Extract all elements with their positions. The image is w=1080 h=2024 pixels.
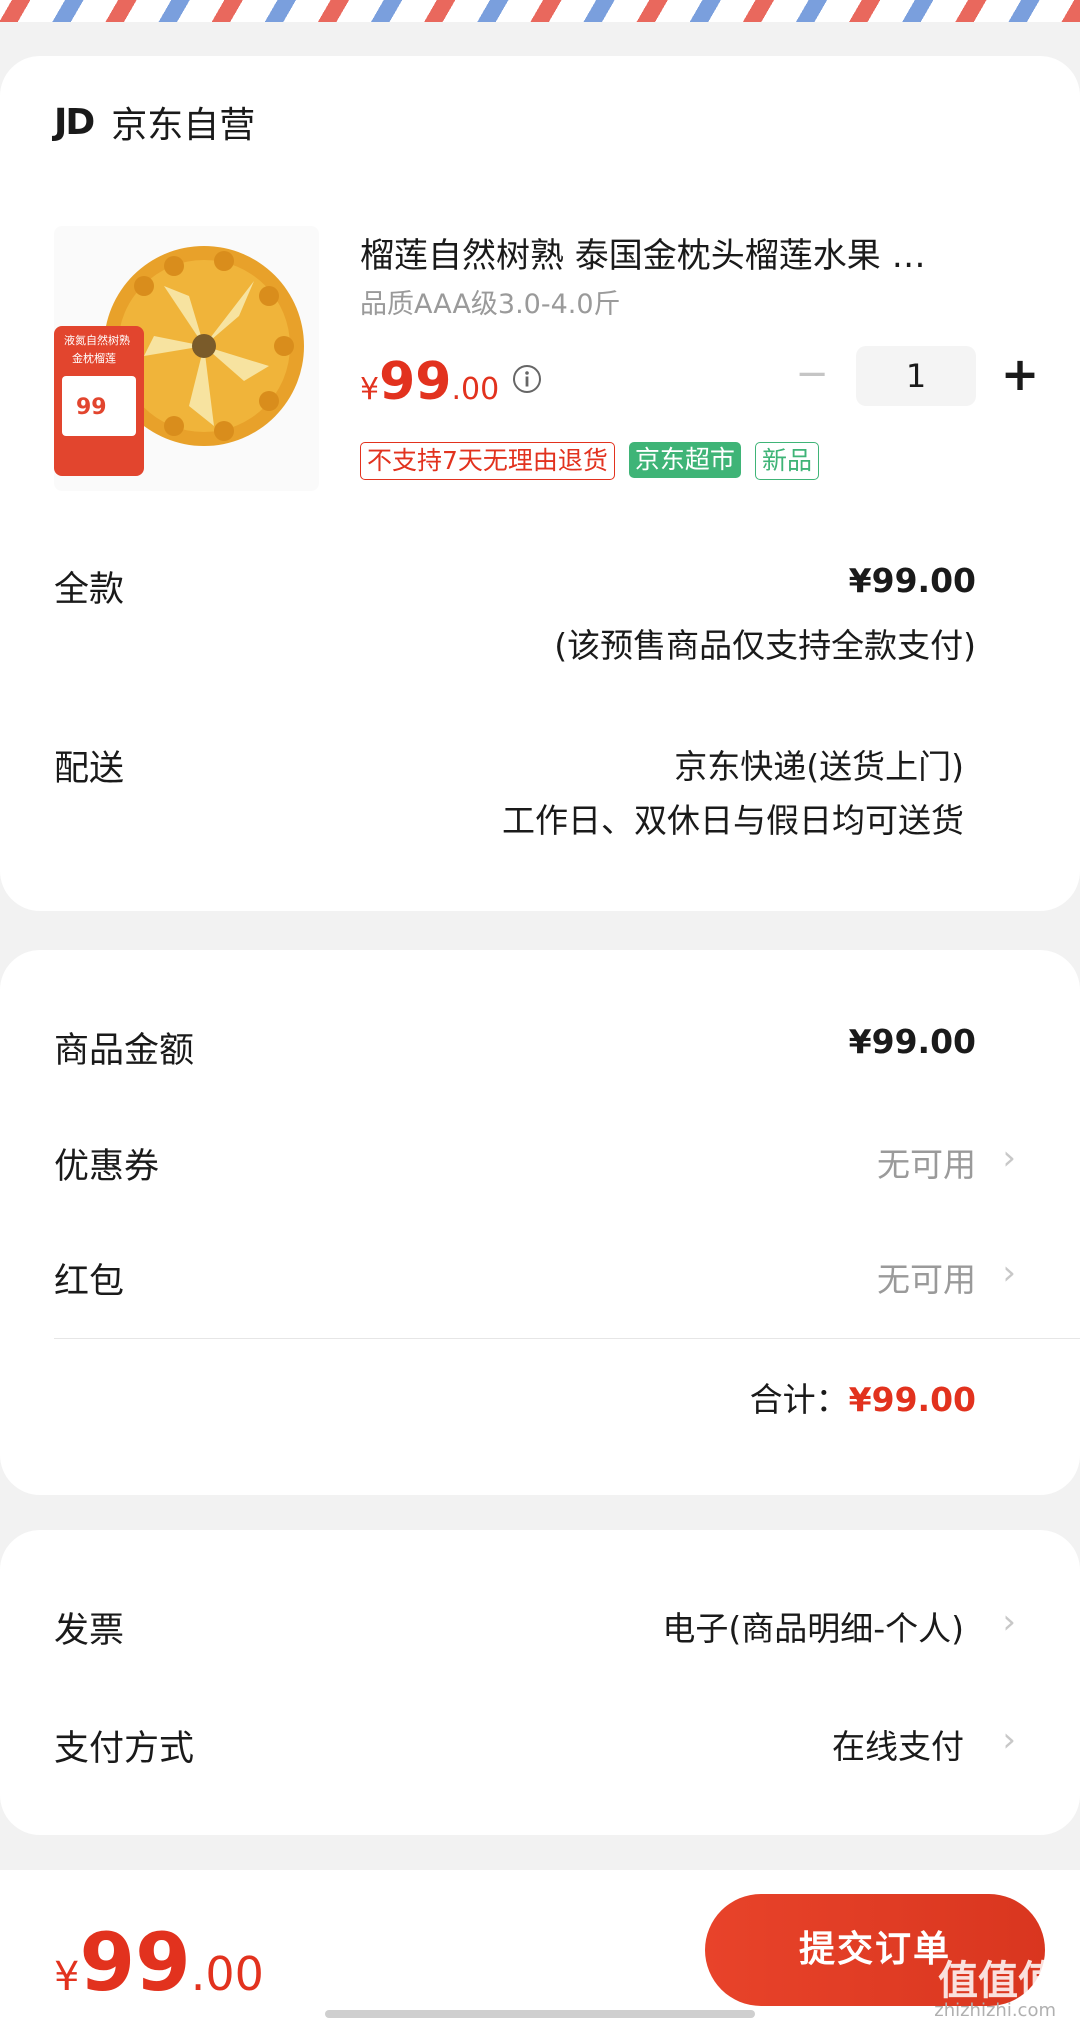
invoice-label: 发票 xyxy=(54,1611,125,1651)
shop-name: 京东自营 xyxy=(111,105,256,146)
redpacket-label: 红包 xyxy=(54,1262,125,1302)
order-item-card: JD 京东自营 液氮自然树熟 金枕榴莲 99 榴莲自然树熟 泰国金枕头榴莲水果 … xyxy=(0,56,1080,911)
bottom-price-currency: ¥ xyxy=(54,1954,80,2000)
goods-amount-value: ¥99.00 xyxy=(848,1022,976,1061)
payment-row: 全款 ¥99.00 (该预售商品仅支持全款支付) xyxy=(54,561,1004,665)
home-indicator[interactable] xyxy=(325,2010,755,2018)
quantity-field[interactable]: 1 xyxy=(856,346,976,406)
badge-line-2: 金枕榴莲 xyxy=(72,351,116,365)
product-image[interactable]: 液氮自然树熟 金枕榴莲 99 xyxy=(54,226,319,491)
watermark-logo: 值值值 xyxy=(938,1958,1058,2004)
price-currency: ¥ xyxy=(360,372,380,407)
redpacket-value: 无可用 xyxy=(877,1260,976,1299)
product-tags: 不支持7天无理由退货 京东超市 新品 xyxy=(360,442,819,480)
quantity-stepper: − 1 + xyxy=(790,346,1042,406)
price-decimal: .00 xyxy=(451,372,500,407)
chevron-right-icon: › xyxy=(1002,1253,1016,1293)
watermark-url: zhizhizhi.com xyxy=(934,2000,1056,2021)
price-integer: 99 xyxy=(379,352,452,412)
tag-jd-supermarket: 京东超市 xyxy=(628,442,741,478)
chevron-right-icon: › xyxy=(1002,1720,1016,1760)
product-spec[interactable]: 品质AAA级3.0-4.0斤 xyxy=(360,282,621,321)
product-title[interactable]: 榴莲自然树熟 泰国金枕头榴莲水果 … xyxy=(360,228,1020,277)
bottom-total-price: ¥ 99 .00 xyxy=(54,1916,264,2009)
amount-summary-card: 商品金额 ¥99.00 优惠券 无可用 › 红包 无可用 › 合计：¥99.00 xyxy=(0,950,1080,1495)
badge-price: 99 xyxy=(76,395,107,420)
tag-no-return: 不支持7天无理由退货 xyxy=(360,442,615,480)
delivery-row[interactable]: 配送 京东快递(送货上门) 工作日、双休日与假日均可送货 xyxy=(54,740,1004,840)
payment-label: 全款 xyxy=(54,570,125,610)
shop-header[interactable]: JD 京东自营 xyxy=(54,96,255,148)
delivery-schedule: 工作日、双休日与假日均可送货 xyxy=(502,801,964,840)
tag-new: 新品 xyxy=(754,442,819,480)
info-icon[interactable] xyxy=(512,364,542,394)
redpacket-row[interactable]: 红包 无可用 › xyxy=(54,1253,1016,1304)
minus-icon[interactable]: − xyxy=(790,354,834,398)
goods-amount-label: 商品金额 xyxy=(54,1031,195,1071)
divider xyxy=(54,1338,1080,1339)
invoice-row[interactable]: 发票 电子(商品明细-个人) › xyxy=(54,1602,1016,1653)
coupon-value: 无可用 xyxy=(877,1145,976,1184)
jd-logo: JD xyxy=(54,101,95,143)
total-row: 合计：¥99.00 xyxy=(750,1373,976,1421)
plus-icon[interactable]: + xyxy=(998,351,1042,398)
chevron-right-icon: › xyxy=(1002,1602,1016,1642)
badge-line-1: 液氮自然树熟 xyxy=(64,333,130,347)
total-label: 合计： xyxy=(749,1380,849,1419)
payment-method-value: 在线支付 xyxy=(832,1727,964,1766)
coupon-label: 优惠券 xyxy=(54,1147,160,1187)
goods-amount-row: 商品金额 ¥99.00 xyxy=(54,1022,1004,1073)
delivery-label: 配送 xyxy=(54,749,125,789)
durian-image: 液氮自然树熟 金枕榴莲 99 xyxy=(54,226,319,491)
payment-value: ¥99.00 xyxy=(848,561,976,600)
product-price: ¥ 99 .00 xyxy=(360,352,499,412)
payment-note: (该预售商品仅支持全款支付) xyxy=(554,626,976,665)
bottom-price-integer: 99 xyxy=(79,1916,191,2009)
invoice-value: 电子(商品明细-个人) xyxy=(662,1609,964,1648)
airmail-border-decoration xyxy=(0,0,1080,22)
bottom-price-decimal: .00 xyxy=(190,1947,264,2001)
bottom-bar: ¥ 99 .00 提交订单 值值值 zhizhizhi.com xyxy=(0,1870,1080,2024)
chevron-right-icon: › xyxy=(1002,1138,1016,1178)
payment-method-row[interactable]: 支付方式 在线支付 › xyxy=(54,1720,1016,1771)
coupon-row[interactable]: 优惠券 无可用 › xyxy=(54,1138,1016,1189)
payment-method-label: 支付方式 xyxy=(54,1729,195,1769)
total-value: ¥99.00 xyxy=(848,1380,976,1419)
invoice-payment-card: 发票 电子(商品明细-个人) › 支付方式 在线支付 › xyxy=(0,1530,1080,1835)
delivery-method: 京东快递(送货上门) xyxy=(674,747,964,786)
